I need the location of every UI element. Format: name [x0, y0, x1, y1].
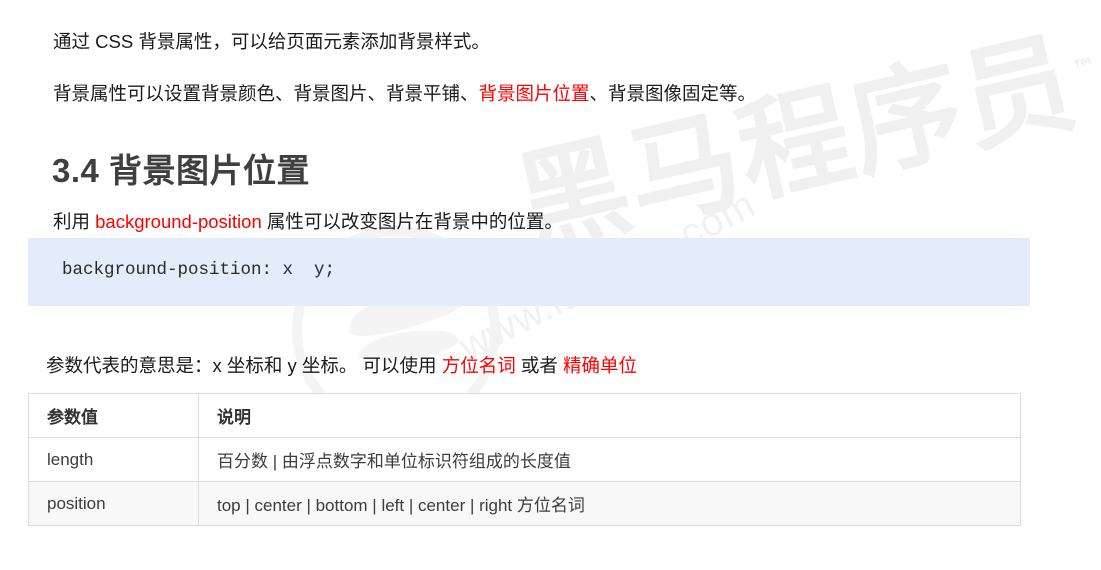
params-paragraph: 参数代表的意思是：x 坐标和 y 坐标。 可以使用 方位名词 或者 精确单位 [46, 353, 637, 379]
table-cell-key: length [28, 437, 199, 482]
properties-paragraph: 背景属性可以设置背景颜色、背景图片、背景平铺、背景图片位置、背景图像固定等。 [53, 81, 756, 107]
table-row: position top | center | bottom | left | … [28, 481, 1021, 526]
code-block: background-position: x y; [28, 238, 1030, 306]
params-prefix: 参数代表的意思是：x 坐标和 y 坐标。 可以使用 [46, 354, 442, 376]
properties-suffix: 、背景图像固定等。 [589, 82, 757, 104]
table-header-row: 参数值 说明 [28, 393, 1021, 438]
params-highlight-keyword: 方位名词 [441, 354, 516, 376]
table-cell-description: top | center | bottom | left | center | … [198, 481, 1021, 526]
table-header-description: 说明 [198, 393, 1021, 438]
table-header: 参数值 说明 [28, 393, 1021, 438]
trademark-symbol: ™ [1068, 51, 1101, 87]
properties-prefix: 背景属性可以设置背景颜色、背景图片、背景平铺、 [53, 82, 479, 104]
usage-prefix: 利用 [53, 210, 96, 232]
table-cell-description: 百分数 | 由浮点数字和单位标识符组成的长度值 [198, 437, 1021, 482]
section-heading: 3.4 背景图片位置 [52, 152, 311, 190]
usage-suffix: 属性可以改变图片在背景中的位置。 [261, 210, 563, 232]
usage-paragraph: 利用 background-position 属性可以改变图片在背景中的位置。 [53, 209, 563, 235]
intro-paragraph: 通过 CSS 背景属性，可以给页面元素添加背景样式。 [53, 29, 490, 55]
brand-watermark: 黑马程序员™ [498, 0, 1101, 278]
brand-watermark-text: 黑马程序员 [503, 17, 1089, 273]
properties-highlight: 背景图片位置 [478, 82, 590, 104]
intro-paragraph-text: 通过 CSS 背景属性，可以给页面元素添加背景样式。 [53, 30, 490, 52]
usage-property-highlight: background-position [95, 210, 262, 232]
params-table: 参数值 说明 length 百分数 | 由浮点数字和单位标识符组成的长度值 po… [28, 393, 1021, 526]
table-header-key: 参数值 [28, 393, 199, 438]
code-snippet-text: background-position: x y; [62, 260, 336, 280]
params-middle: 或者 [515, 354, 563, 376]
table-row: length 百分数 | 由浮点数字和单位标识符组成的长度值 [28, 437, 1021, 482]
params-highlight-unit: 精确单位 [563, 354, 638, 376]
table-cell-key: position [28, 481, 199, 526]
table-body: length 百分数 | 由浮点数字和单位标识符组成的长度值 position … [28, 437, 1021, 526]
